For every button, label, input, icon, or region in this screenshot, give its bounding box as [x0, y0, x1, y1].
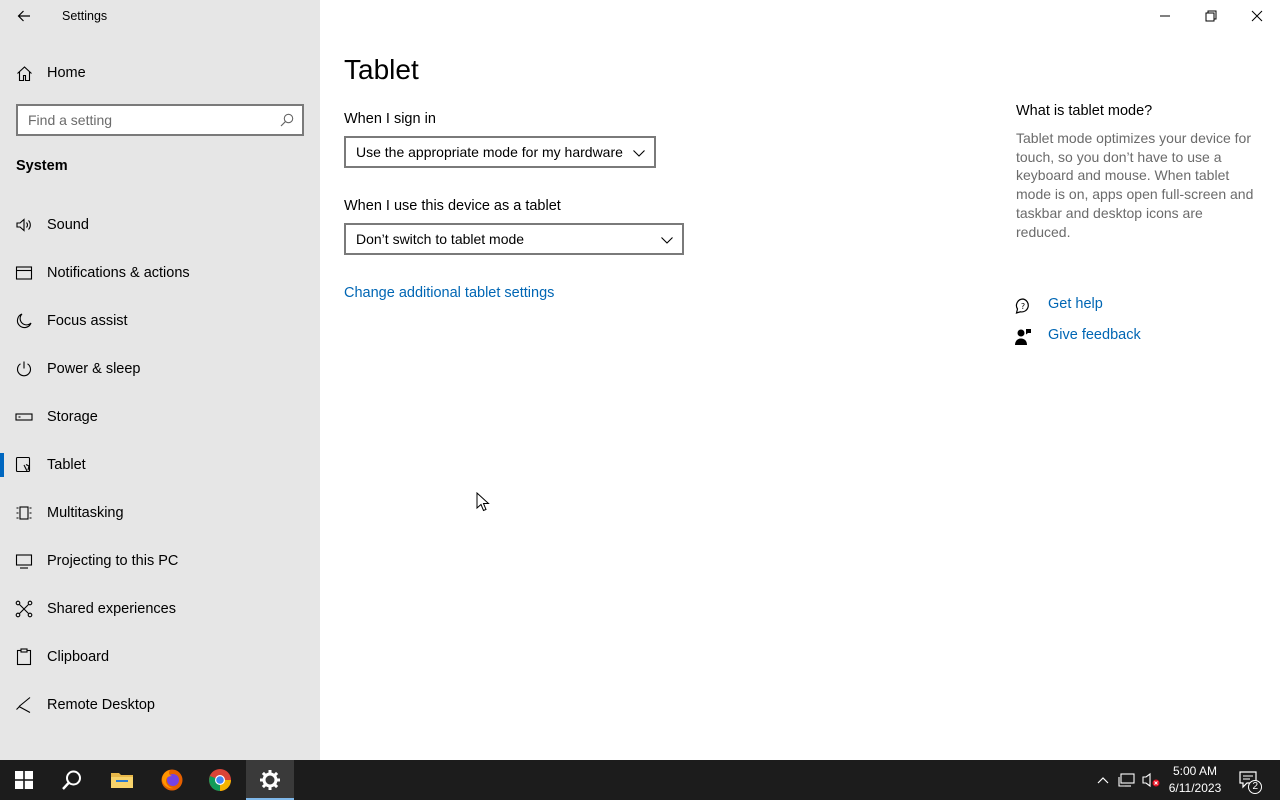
home-nav-item[interactable]: Home	[0, 56, 320, 90]
svg-text:?: ?	[1021, 302, 1025, 311]
mouse-cursor-icon	[476, 492, 490, 512]
tablet-icon	[15, 456, 31, 473]
restore-button[interactable]	[1188, 0, 1234, 32]
sidebar-item-label: Focus assist	[47, 313, 128, 329]
home-label: Home	[47, 65, 86, 81]
show-hidden-icons-button[interactable]	[1094, 760, 1112, 800]
clock-time: 5:00 AM	[1172, 764, 1218, 778]
shared-experiences-icon	[15, 600, 33, 618]
storage-icon	[15, 413, 33, 421]
multitasking-icon	[16, 506, 32, 520]
sidebar-item-label: Remote Desktop	[47, 697, 155, 713]
sign-in-mode-value: Use the appropriate mode for my hardware	[356, 144, 623, 160]
page-title: Tablet	[344, 54, 419, 85]
sidebar-item-label: Notifications & actions	[47, 265, 190, 281]
tablet-use-label: When I use this device as a tablet	[344, 198, 561, 214]
tablet-use-dropdown[interactable]: Don’t switch to tablet mode	[344, 223, 684, 255]
home-icon	[17, 66, 32, 82]
chrome-icon	[209, 769, 231, 791]
feedback-person-icon	[1015, 329, 1031, 345]
folder-icon	[111, 773, 133, 788]
chevron-down-icon	[661, 237, 673, 244]
search-input[interactable]	[18, 106, 268, 134]
sidebar-item-multitasking[interactable]: Multitasking	[0, 489, 320, 537]
sidebar-item-power-sleep[interactable]: Power & sleep	[0, 345, 320, 393]
system-nav-list: Sound Notifications & actions Focus assi…	[0, 201, 320, 729]
sidebar-item-storage[interactable]: Storage	[0, 393, 320, 441]
sidebar-item-sound[interactable]: Sound	[0, 201, 320, 249]
chevron-up-icon	[1097, 777, 1109, 784]
firefox-icon	[161, 769, 183, 791]
get-help-link[interactable]: Get help	[1048, 296, 1103, 312]
sidebar-item-clipboard[interactable]: Clipboard	[0, 633, 320, 681]
search-box	[16, 104, 304, 136]
network-tray-icon-button[interactable]	[1116, 760, 1138, 800]
taskbar-chrome[interactable]	[196, 760, 244, 800]
give-feedback-link[interactable]: Give feedback	[1048, 327, 1141, 343]
taskbar-file-explorer[interactable]	[98, 760, 146, 800]
taskbar: 5:00 AM 6/11/2023 2	[0, 760, 1280, 800]
search-icon[interactable]	[280, 113, 294, 127]
restore-icon	[1205, 10, 1217, 22]
sidebar-item-label: Tablet	[47, 457, 86, 473]
volume-muted-icon	[1142, 772, 1160, 788]
sidebar-item-remote-desktop[interactable]: Remote Desktop	[0, 681, 320, 729]
taskbar-settings[interactable]	[246, 760, 294, 800]
aside-title: What is tablet mode?	[1016, 103, 1153, 119]
start-button[interactable]	[0, 760, 48, 800]
remote-desktop-icon	[16, 697, 31, 713]
minimize-icon	[1160, 15, 1170, 17]
clock-date: 6/11/2023	[1168, 781, 1222, 795]
projecting-icon	[15, 554, 33, 569]
sidebar-item-projecting[interactable]: Projecting to this PC	[0, 537, 320, 585]
gear-icon	[260, 770, 280, 790]
volume-tray-button[interactable]	[1140, 760, 1162, 800]
app-title: Settings	[62, 9, 108, 23]
back-arrow-icon	[17, 10, 30, 22]
search-icon	[62, 770, 81, 790]
sidebar: Settings Home System Sound Notifica	[0, 0, 320, 760]
sidebar-item-label: Storage	[47, 409, 98, 425]
sidebar-item-label: Multitasking	[47, 505, 124, 521]
help-chat-icon: ?	[1015, 298, 1029, 314]
sidebar-item-label: Shared experiences	[47, 601, 176, 617]
chevron-down-icon	[633, 150, 645, 157]
sidebar-item-label: Clipboard	[47, 649, 110, 665]
sign-in-mode-dropdown[interactable]: Use the appropriate mode for my hardware	[344, 136, 656, 168]
sign-in-label: When I sign in	[344, 111, 436, 127]
back-button[interactable]	[8, 0, 40, 32]
taskbar-search-button[interactable]	[48, 760, 96, 800]
clipboard-icon	[16, 648, 32, 666]
title-bar: Settings	[0, 0, 320, 32]
close-icon	[1251, 10, 1263, 22]
minimize-button[interactable]	[1142, 0, 1188, 32]
tablet-use-value: Don’t switch to tablet mode	[356, 231, 525, 247]
notifications-icon	[15, 266, 33, 280]
taskbar-firefox[interactable]	[148, 760, 196, 800]
taskbar-clock[interactable]: 5:00 AM 6/11/2023	[1160, 763, 1230, 797]
sidebar-item-label: Sound	[47, 217, 89, 233]
moon-icon	[16, 313, 32, 329]
sidebar-item-shared-experiences[interactable]: Shared experiences	[0, 585, 320, 633]
aside-description: Tablet mode optimizes your device for to…	[1016, 130, 1254, 240]
close-button[interactable]	[1234, 0, 1280, 32]
network-icon	[1118, 773, 1135, 787]
notification-count-badge: 2	[1248, 780, 1262, 794]
section-title-system: System	[16, 158, 68, 174]
sidebar-item-focus-assist[interactable]: Focus assist	[0, 297, 320, 345]
additional-tablet-settings-link[interactable]: Change additional tablet settings	[344, 285, 554, 301]
sidebar-item-label: Projecting to this PC	[47, 553, 179, 569]
sidebar-item-tablet[interactable]: Tablet	[0, 441, 320, 489]
window-controls	[1142, 0, 1280, 32]
action-center-button[interactable]: 2	[1234, 760, 1264, 800]
windows-logo-icon	[15, 771, 33, 789]
sidebar-item-notifications[interactable]: Notifications & actions	[0, 249, 320, 297]
sidebar-item-label: Power & sleep	[47, 361, 141, 377]
speaker-icon	[16, 218, 31, 232]
power-icon	[16, 361, 32, 377]
